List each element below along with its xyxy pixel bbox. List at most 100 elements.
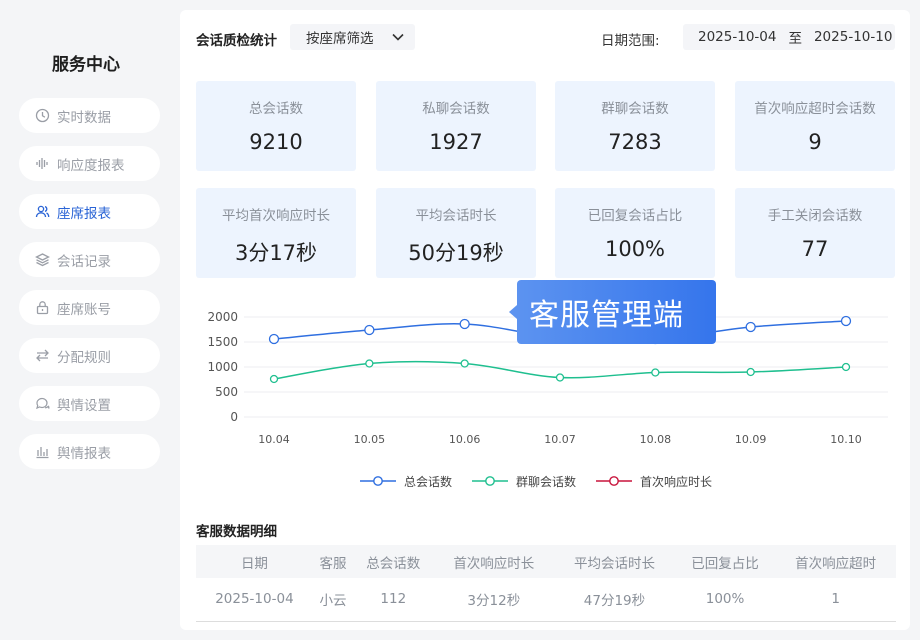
legend-item[interactable]: 首次响应时长: [596, 472, 712, 490]
data-point[interactable]: [841, 362, 851, 372]
y-tick-label: 0: [230, 410, 238, 424]
sidebar-item-label: 舆情设置: [57, 397, 111, 414]
sidebar-item-label: 会话记录: [57, 253, 111, 270]
date-range-label: 日期范围:: [601, 33, 660, 49]
lock-icon: [35, 300, 50, 315]
users-icon: [35, 204, 50, 219]
stat-label: 平均会话时长: [415, 208, 497, 224]
stat-label: 首次响应超时会话数: [754, 101, 876, 117]
date-separator: 至: [788, 31, 802, 47]
stat-card: 平均首次响应时长 3分17秒: [196, 188, 356, 278]
agent-detail-table: 日期 客服 总会话数 首次响应时长 平均会话时长 已回复占比 首次响应超时 2025-10-…: [196, 545, 896, 622]
sidebar-item-7[interactable]: 舆情设置: [19, 386, 160, 421]
y-tick-label: 1500: [207, 335, 238, 349]
table-cell: 100%: [674, 578, 776, 622]
data-point[interactable]: [460, 359, 469, 368]
y-tick-label: 2000: [207, 310, 238, 324]
sidebar-item-label: 实时数据: [57, 109, 111, 126]
data-point[interactable]: [459, 318, 470, 330]
x-tick-label: 10.07: [544, 433, 576, 446]
sidebar-item-label: 分配规则: [57, 349, 111, 366]
table-cell: 3分12秒: [433, 578, 555, 622]
stat-value: 100%: [604, 237, 666, 261]
column-header: 首次响应时长: [433, 545, 555, 578]
stat-label: 总会话数: [249, 101, 303, 117]
stat-value: 77: [801, 237, 829, 261]
x-tick-label: 10.10: [830, 433, 862, 446]
data-point[interactable]: [364, 324, 375, 336]
sidebar-item-5[interactable]: 座席账号: [19, 290, 160, 325]
table-cell: 112: [353, 578, 434, 622]
x-tick-label: 10.06: [449, 433, 481, 446]
date-end: 2025-10-10: [813, 29, 893, 45]
stat-card: 总会话数 9210: [196, 81, 356, 171]
layers-icon: [35, 252, 50, 267]
stat-label: 手工关闭会话数: [767, 208, 863, 224]
data-point[interactable]: [365, 359, 374, 368]
chat-bubbles-icon: [35, 396, 50, 411]
seat-filter-select[interactable]: 按座席筛选: [290, 24, 415, 50]
sidebar-item-6[interactable]: 分配规则: [19, 338, 160, 373]
column-header: 客服: [312, 545, 354, 578]
chevron-down-icon: [392, 33, 404, 41]
table-cell: 47分19秒: [554, 578, 675, 622]
legend-item[interactable]: 群聊会话数: [472, 472, 576, 490]
table-title: 客服数据明细: [196, 524, 277, 540]
stat-value: 1927: [429, 130, 483, 154]
column-header: 平均会话时长: [554, 545, 675, 578]
sidebar-item-2[interactable]: 响应度报表: [19, 146, 160, 181]
legend-item[interactable]: 总会话数: [360, 472, 452, 490]
seat-filter-label: 按座席筛选: [306, 31, 374, 47]
table-body: 2025-10-04 小云 112 3分12秒 47分19秒 100% 1: [196, 578, 896, 622]
data-point[interactable]: [269, 374, 279, 384]
sidebar-item-label: 舆情报表: [57, 445, 111, 462]
sound-wave-icon: [35, 156, 50, 171]
column-header: 已回复占比: [674, 545, 776, 578]
stat-label: 私聊会话数: [422, 101, 490, 117]
data-point[interactable]: [746, 367, 755, 377]
table-cell: 1: [775, 578, 896, 622]
x-tick-label: 10.09: [735, 433, 767, 446]
clock-icon: [35, 108, 50, 123]
x-tick-label: 10.04: [258, 433, 290, 446]
stat-card: 私聊会话数 1927: [376, 81, 536, 171]
legend-label: 群聊会话数: [516, 474, 577, 489]
table-cell: 2025-10-04: [196, 578, 313, 622]
stat-value: 3分17秒: [234, 241, 318, 265]
sidebar-item-8[interactable]: 舆情报表: [19, 434, 160, 469]
data-point[interactable]: [268, 333, 280, 345]
y-tick-label: 1000: [207, 360, 238, 374]
table-header-row: 日期 客服 总会话数 首次响应时长 平均会话时长 已回复占比 首次响应超时: [196, 545, 896, 578]
sidebar-item-1[interactable]: 实时数据: [19, 98, 160, 133]
x-tick-label: 10.08: [640, 433, 672, 446]
sidebar-item-4[interactable]: 会话记录: [19, 242, 160, 277]
date-start: 2025-10-04: [698, 29, 777, 45]
sidebar: 服务中心 实时数据响应度报表座席报表会话记录座席账号分配规则舆情设置舆情报表: [0, 0, 180, 640]
sidebar-item-label: 座席账号: [57, 301, 111, 318]
data-point[interactable]: [555, 373, 565, 382]
data-point[interactable]: [840, 315, 852, 327]
column-header: 首次响应超时: [775, 545, 896, 578]
data-point[interactable]: [651, 368, 660, 377]
bar-chart-icon: [35, 444, 50, 459]
sidebar-item-label: 响应度报表: [57, 157, 125, 174]
stat-label: 平均首次响应时长: [222, 208, 330, 224]
swap-arrows-icon: [35, 348, 50, 363]
legend-marker-icon: [360, 476, 396, 486]
x-tick-label: 10.05: [354, 433, 386, 446]
table-cell: 小云: [312, 578, 354, 622]
toolbar: 会话质检统计 按座席筛选 日期范围: 2025-10-04 至 2025-10-…: [196, 24, 895, 50]
stat-card: 已回复会话占比 100%: [555, 188, 715, 278]
stat-label: 已回复会话占比: [587, 208, 683, 224]
chart-legend: 总会话数 群聊会话数 首次响应时长: [360, 472, 780, 490]
legend-marker-icon: [596, 476, 633, 486]
page-title: 会话质检统计: [196, 33, 277, 49]
sidebar-item-3[interactable]: 座席报表: [19, 194, 160, 229]
stat-value: 9: [808, 130, 822, 154]
data-point[interactable]: [745, 321, 756, 333]
sidebar-item-label: 座席报表: [57, 205, 111, 222]
stat-card: 群聊会话数 7283: [555, 81, 715, 171]
sidebar-title: 服务中心: [52, 55, 120, 75]
date-range-picker[interactable]: 2025-10-04 至 2025-10-10: [683, 24, 895, 50]
stat-value: 50分19秒: [408, 241, 504, 265]
